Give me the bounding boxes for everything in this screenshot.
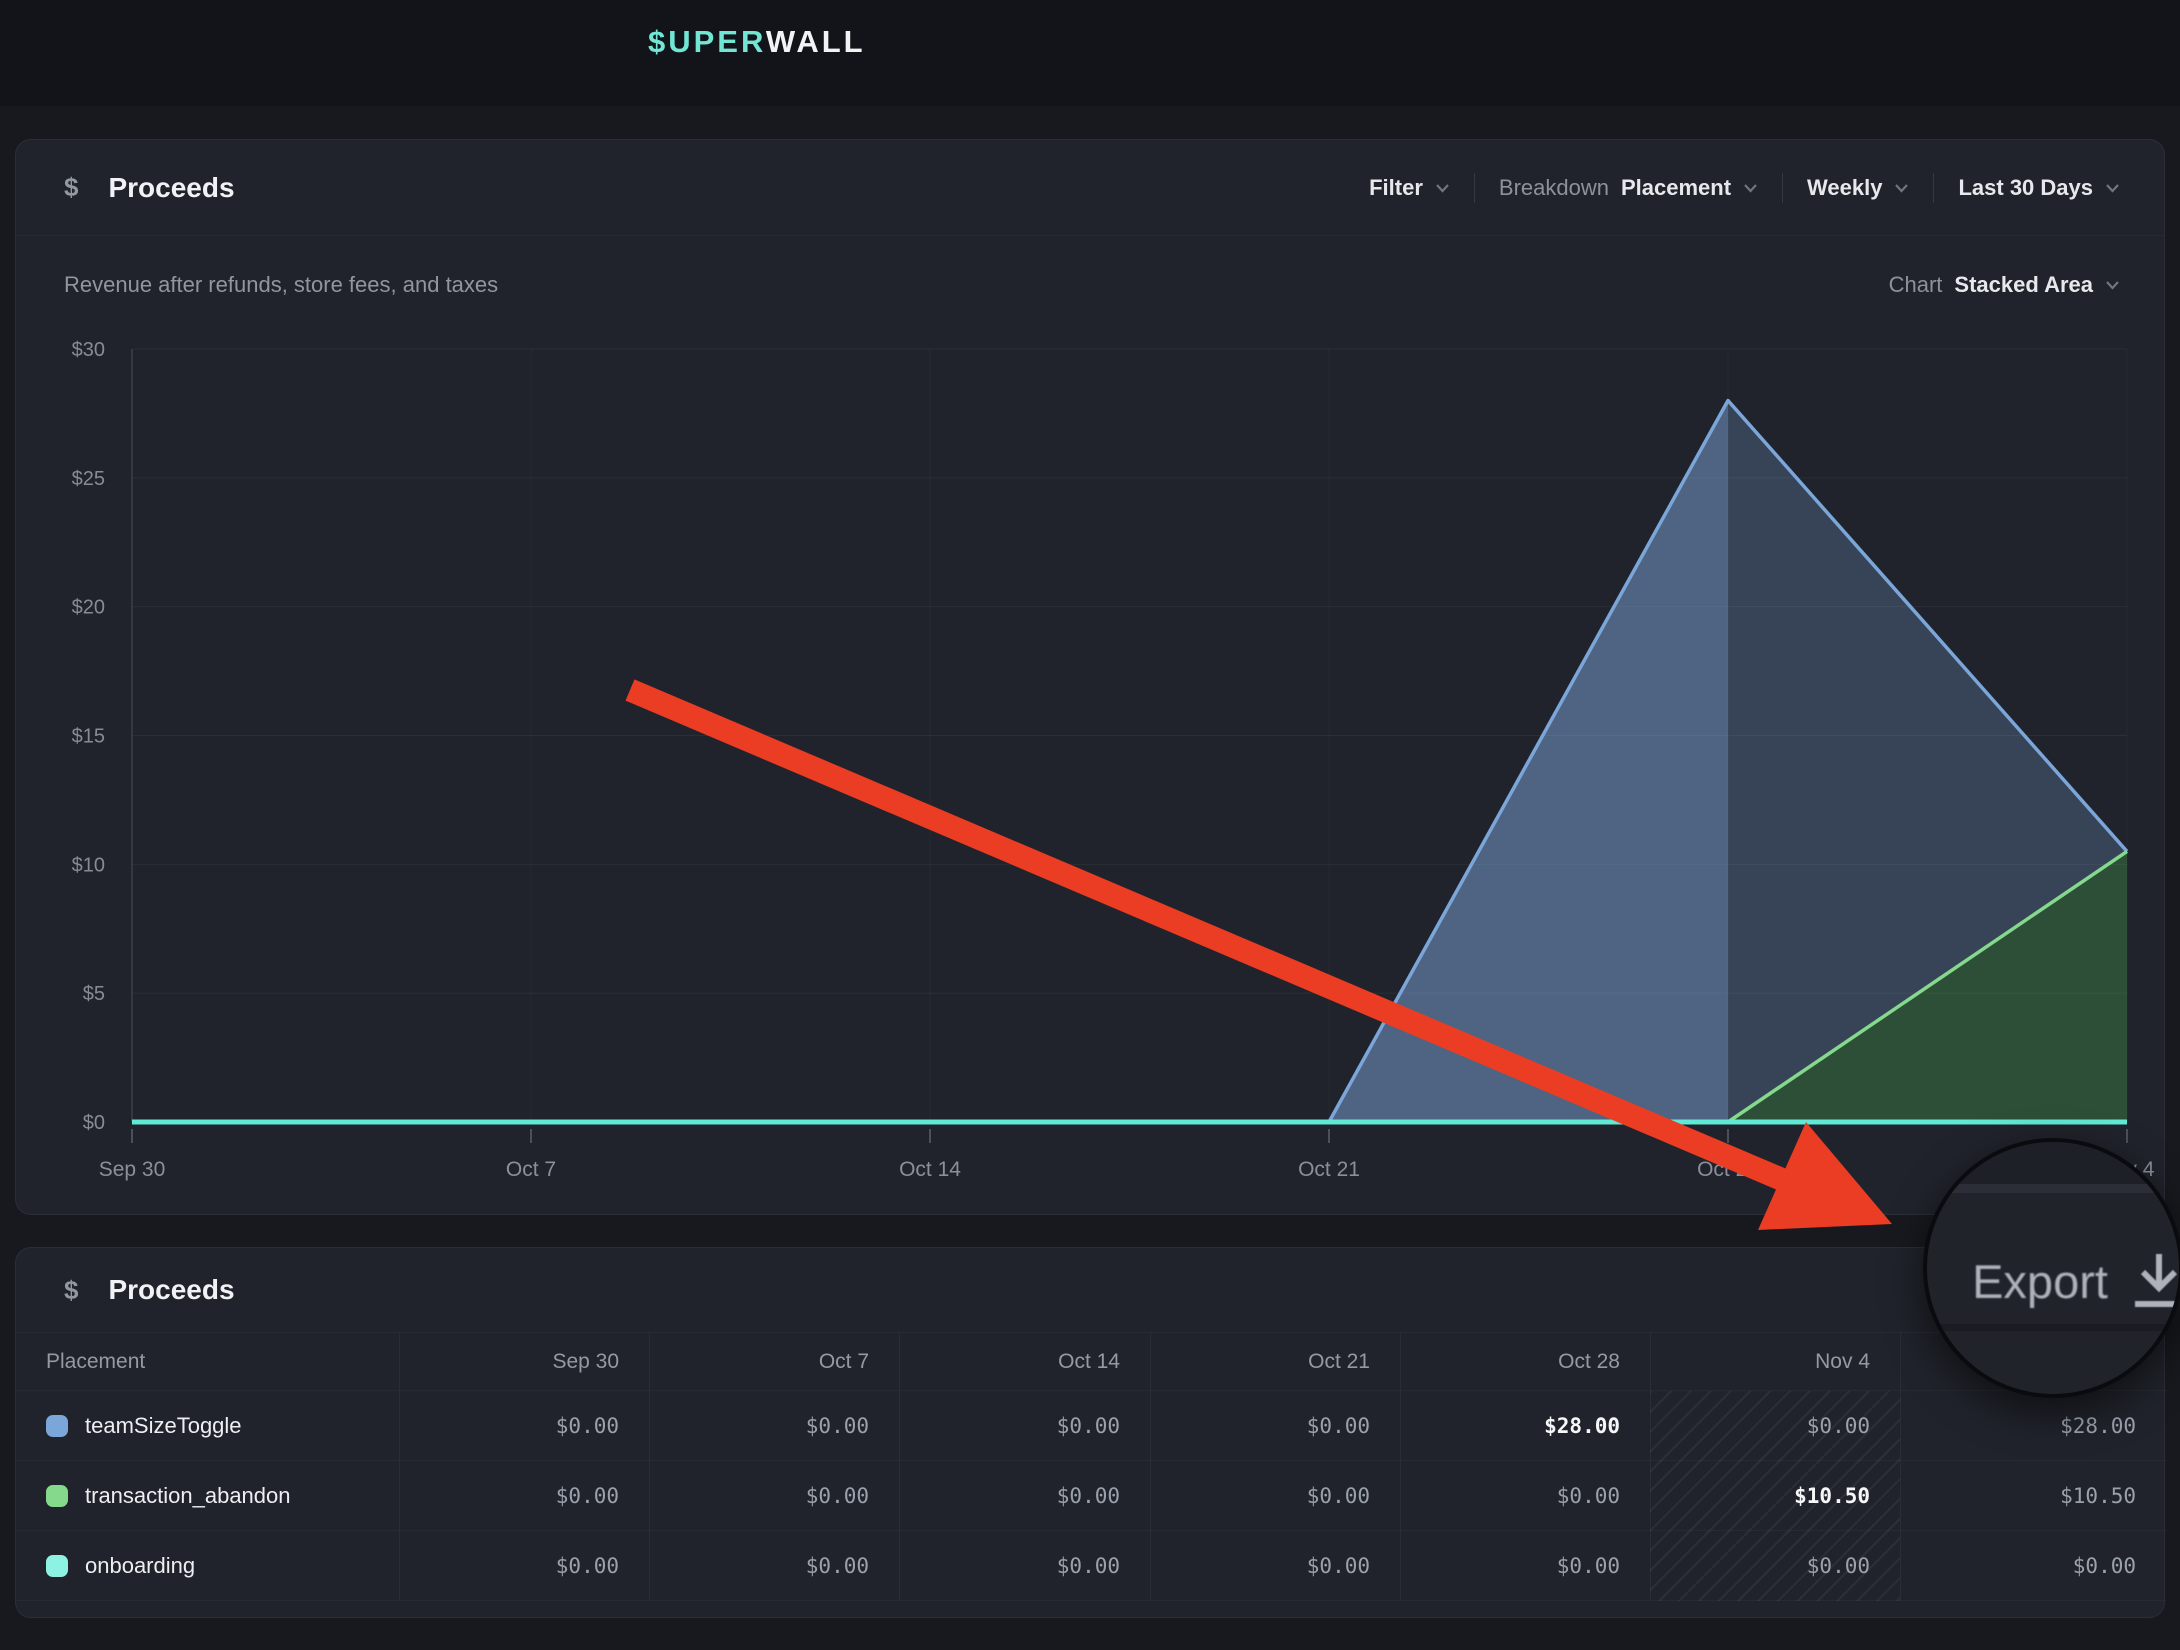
table-border	[1900, 1332, 1901, 1601]
table-cell: $0.00	[649, 1531, 899, 1601]
chart-panel-title: Proceeds	[108, 172, 234, 204]
breakdown-value: Placement	[1621, 175, 1731, 201]
table-cell: $0.00	[1150, 1531, 1400, 1601]
table-cell: $0.00	[1150, 1391, 1400, 1461]
table-border	[1650, 1332, 1651, 1601]
chevron-down-icon	[2105, 280, 2120, 290]
table-cell: $0.00	[1900, 1531, 2166, 1601]
table-cell: $0.00	[649, 1461, 899, 1531]
chart-type-select[interactable]: Chart Stacked Area	[1865, 272, 2120, 298]
y-axis-label: $25	[72, 468, 105, 490]
table-border	[899, 1332, 900, 1601]
page: $UPERWALL $ Proceeds Filter Breakdown Pl…	[0, 0, 2180, 1650]
chevron-down-icon	[1894, 183, 1909, 193]
table-cell: $0.00	[899, 1461, 1150, 1531]
chart-panel-titlebar: $ Proceeds Filter Breakdown Placement We…	[16, 140, 2164, 236]
chevron-down-icon	[2105, 183, 2120, 193]
table-cell: $0.00	[1650, 1531, 1900, 1601]
y-axis-label: $5	[83, 983, 105, 1005]
table-border	[1150, 1332, 1151, 1601]
table-cell: $28.00	[1900, 1391, 2166, 1461]
topbar: $UPERWALL	[0, 0, 2180, 106]
column-header: Nov 4	[1650, 1332, 1900, 1391]
chevron-down-icon	[1435, 183, 1450, 193]
bubble-band	[1927, 1142, 2179, 1184]
column-header: Sep 30	[399, 1332, 649, 1391]
series-swatch-icon	[46, 1485, 68, 1507]
chevron-down-icon	[1743, 183, 1758, 193]
table-border	[16, 1600, 2166, 1601]
y-axis-label: $20	[72, 597, 105, 619]
x-axis-label: Oct 14	[899, 1158, 961, 1181]
table-cell: $10.50	[1900, 1461, 2166, 1531]
dollar-icon: $	[64, 172, 78, 203]
column-header: Oct 21	[1150, 1332, 1400, 1391]
x-axis-label: Oct 21	[1298, 1158, 1360, 1181]
proceeds-table-panel: $ Proceeds Export PlacementSep 30Oct 7Oc…	[15, 1247, 2165, 1618]
chart-controls: Filter Breakdown Placement Weekly Last 3…	[1345, 173, 2120, 203]
y-axis-label: $0	[83, 1112, 105, 1134]
column-header: Oct 14	[899, 1332, 1150, 1391]
table-cell: $10.50	[1650, 1461, 1900, 1531]
placement-name: transaction_abandon	[85, 1483, 291, 1509]
filter-button[interactable]: Filter	[1345, 175, 1474, 201]
date-range-select[interactable]: Last 30 Days	[1934, 175, 2120, 201]
table-row-label: transaction_abandon	[16, 1461, 399, 1531]
table-panel-title: Proceeds	[108, 1274, 234, 1306]
table-border	[399, 1332, 400, 1601]
chart-subbar: Revenue after refunds, store fees, and t…	[16, 237, 2164, 333]
interval-value: Weekly	[1807, 175, 1882, 201]
placement-name: onboarding	[85, 1553, 195, 1579]
placement-name: teamSizeToggle	[85, 1413, 242, 1439]
table-border	[1400, 1332, 1401, 1601]
export-button-magnified[interactable]: Export	[1955, 1246, 2125, 1316]
breakdown-label: Breakdown	[1499, 175, 1609, 201]
superwall-logo: $UPERWALL	[648, 24, 866, 60]
logo-white-part: WALL	[766, 24, 866, 59]
bubble-divider	[1927, 1184, 2179, 1193]
table-cell: $0.00	[399, 1531, 649, 1601]
table-cell: $28.00	[1400, 1391, 1650, 1461]
interval-select[interactable]: Weekly	[1783, 175, 1933, 201]
dollar-icon: $	[64, 1275, 78, 1306]
logo-teal-part: $UPER	[648, 24, 766, 59]
table-cell: $0.00	[1650, 1391, 1900, 1461]
proceeds-table: PlacementSep 30Oct 7Oct 14Oct 21Oct 28No…	[16, 1332, 2166, 1601]
table-cell: $0.00	[1400, 1461, 1650, 1531]
series-swatch-icon	[46, 1555, 68, 1577]
magnifier-bubble: Export	[1923, 1138, 2180, 1398]
series-swatch-icon	[46, 1415, 68, 1437]
y-axis-label: $15	[72, 726, 105, 748]
column-header: Oct 7	[649, 1332, 899, 1391]
proceeds-chart-panel: $ Proceeds Filter Breakdown Placement We…	[15, 139, 2165, 1215]
table-row-label: teamSizeToggle	[16, 1391, 399, 1461]
filter-label: Filter	[1369, 175, 1423, 201]
x-axis-label: Oct 28	[1697, 1158, 1759, 1181]
date-range-value: Last 30 Days	[1958, 175, 2093, 201]
x-axis-label: Oct 7	[506, 1158, 556, 1181]
chart-subtitle: Revenue after refunds, store fees, and t…	[64, 272, 498, 298]
x-axis-label: Sep 30	[99, 1158, 166, 1181]
table-border	[649, 1332, 650, 1601]
breakdown-select[interactable]: Breakdown Placement	[1475, 175, 1782, 201]
y-axis-label: $30	[72, 339, 105, 361]
table-cell: $0.00	[399, 1391, 649, 1461]
table-row-label: onboarding	[16, 1531, 399, 1601]
chart-type-label: Chart	[1889, 272, 1943, 298]
download-icon	[2131, 1248, 2180, 1316]
chart-type-value: Stacked Area	[1954, 272, 2093, 298]
table-cell: $0.00	[899, 1391, 1150, 1461]
table-cell: $0.00	[399, 1461, 649, 1531]
y-axis-label: $10	[72, 854, 105, 876]
table-cell: $0.00	[899, 1531, 1150, 1601]
table-panel-titlebar: $ Proceeds Export	[16, 1248, 2164, 1332]
table-cell: $0.00	[1150, 1461, 1400, 1531]
table-cell: $0.00	[1400, 1531, 1650, 1601]
bubble-divider	[1927, 1324, 2179, 1331]
column-header: Placement	[16, 1332, 399, 1391]
column-header: Oct 28	[1400, 1332, 1650, 1391]
table-cell: $0.00	[649, 1391, 899, 1461]
